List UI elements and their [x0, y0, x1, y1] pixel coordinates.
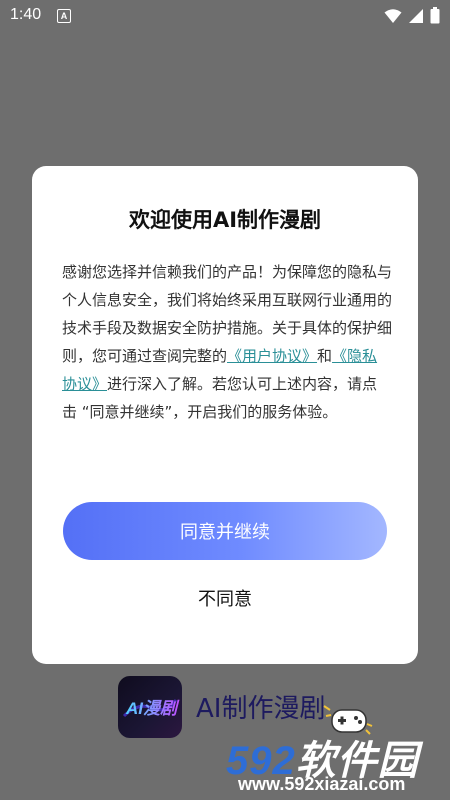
notification-a-icon: A: [57, 9, 71, 23]
privacy-dialog: 欢迎使用AI制作漫剧 感谢您选择并信赖我们的产品！为保障您的隐私与个人信息安全，…: [32, 166, 418, 664]
status-icons: [384, 7, 440, 24]
site-watermark: 592软件园 www.592xiazai.com: [226, 728, 450, 800]
dialog-text-and: 和: [317, 347, 333, 365]
dialog-body: 感谢您选择并信赖我们的产品！为保障您的隐私与个人信息安全，我们将始终采用互联网行…: [62, 258, 392, 426]
battery-icon: [430, 7, 440, 24]
app-logo-art: AI漫剧: [122, 699, 180, 718]
app-name: AI制作漫剧: [196, 694, 326, 724]
watermark-url: www.592xiazai.com: [238, 774, 406, 794]
status-time: 1:40: [10, 6, 42, 23]
user-agreement-link[interactable]: 《用户协议》: [227, 347, 317, 365]
agree-continue-button[interactable]: 同意并继续: [63, 502, 387, 560]
dialog-title: 欢迎使用AI制作漫剧: [128, 208, 322, 232]
disagree-button[interactable]: 不同意: [163, 580, 287, 620]
dialog-text-outro: 进行深入了解。若您认可上述内容，请点击 “同意并继续”，开启我们的服务体验。: [62, 375, 378, 421]
wifi-icon: [384, 8, 402, 23]
svg-text:AI漫剧: AI漫剧: [125, 699, 180, 718]
signal-icon: [409, 8, 423, 23]
app-logo: AI漫剧: [118, 676, 182, 738]
status-bar: 1:40 A: [0, 0, 450, 32]
